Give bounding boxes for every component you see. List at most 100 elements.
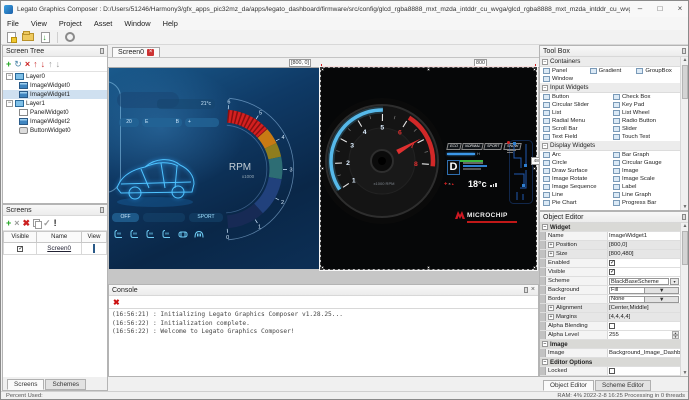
table-row[interactable]: Screen0 <box>4 243 107 255</box>
toolbox-item-radio-button[interactable]: Radio Button <box>610 117 680 125</box>
toolbox-item-panel[interactable]: Panel <box>540 67 587 75</box>
property-dropdown[interactable]: Fill▼ <box>609 287 679 294</box>
property-value[interactable]: [4,4,4,4] <box>609 314 630 320</box>
chevron-down-icon[interactable]: ▼ <box>644 297 679 302</box>
collapse-icon[interactable]: − <box>542 359 548 365</box>
pin-icon[interactable] <box>682 48 686 54</box>
image-widget0-dashboard[interactable]: 21°c 20 E B + 6543210RPMx1000 OFF <box>109 68 319 269</box>
tab-object-editor[interactable]: Object Editor <box>543 380 594 391</box>
pin-icon[interactable] <box>524 287 528 293</box>
toolbox-item-image-scale[interactable]: Image Scale <box>610 175 680 183</box>
toolbox-item-draw-surface[interactable]: Draw Surface <box>540 167 610 175</box>
collapse-icon[interactable]: − <box>542 85 548 91</box>
toolbox-item-circular-gauge[interactable]: Circular Gauge <box>610 159 680 167</box>
property-checkbox[interactable] <box>609 323 615 329</box>
property-value[interactable]: 255 <box>609 332 619 338</box>
add-icon[interactable]: + <box>6 60 11 69</box>
collapse-icon[interactable]: − <box>542 224 548 230</box>
scrollbar-thumb[interactable] <box>682 65 688 99</box>
group-label[interactable]: −Image <box>540 340 568 348</box>
new-project-icon[interactable] <box>4 31 18 44</box>
add-icon[interactable]: + <box>6 219 11 228</box>
close-icon[interactable]: × <box>670 1 689 17</box>
scroll-up-icon[interactable]: ▲ <box>681 223 689 229</box>
collapse-icon[interactable]: − <box>542 341 548 347</box>
toolbox-item-circular-slider[interactable]: Circular Slider <box>540 101 610 109</box>
refresh-icon[interactable]: ↻ <box>14 60 22 69</box>
toolbox-item-circle[interactable]: Circle <box>540 159 610 167</box>
pin-icon[interactable] <box>100 207 104 213</box>
copy-icon[interactable] <box>33 219 40 227</box>
toolbox-item-image[interactable]: Image <box>610 167 680 175</box>
toolbox-item-key-pad[interactable]: Key Pad <box>610 101 680 109</box>
toolbox-item-label[interactable]: Label <box>610 183 680 191</box>
screen-thumbnail-icon[interactable] <box>93 244 95 253</box>
delete-icon[interactable]: ✖ <box>23 219 31 228</box>
pin-icon[interactable] <box>100 48 104 54</box>
property-value[interactable]: ImageWidget1 <box>609 233 647 239</box>
property-value[interactable]: BlackBaseScheme <box>609 278 669 285</box>
property-value[interactable]: [800,480] <box>609 251 634 257</box>
pin-icon[interactable] <box>682 214 686 220</box>
toolbox-item-arc[interactable]: Arc <box>540 151 610 159</box>
toolbox-item-progress-bar[interactable]: Progress Bar <box>610 199 680 207</box>
minimize-icon[interactable]: – <box>630 1 650 17</box>
toolbox-item-gradient[interactable]: Gradient <box>587 67 634 75</box>
object-editor-scrollbar[interactable]: ▲ ▼ <box>680 223 689 376</box>
toolbox-item-text-field[interactable]: Text Field <box>540 133 610 141</box>
collapse-icon[interactable]: − <box>6 73 13 80</box>
scroll-down-icon[interactable]: ▼ <box>681 370 689 376</box>
toolbox-item-bar-graph[interactable]: Bar Graph <box>610 151 680 159</box>
property-value[interactable]: [800,0] <box>609 242 627 248</box>
tab-schemes[interactable]: Schemes <box>45 379 86 390</box>
expand-icon[interactable]: + <box>548 251 554 257</box>
expand-icon[interactable]: + <box>548 242 554 248</box>
image-widget1-dashboard[interactable]: 12345678x1000 RPM ECONORMALSPORTSNOW H D… <box>321 68 536 269</box>
section-containers[interactable]: −Containers <box>540 57 680 67</box>
tab-scheme-editor[interactable]: Scheme Editor <box>595 380 651 391</box>
property-checkbox[interactable] <box>609 260 615 266</box>
section-input-widgets[interactable]: −Input Widgets <box>540 83 680 93</box>
toolbox-item-check-box[interactable]: Check Box <box>610 93 680 101</box>
toolbox-item-window[interactable]: Window <box>540 75 587 83</box>
group-label[interactable]: −Editor Options <box>540 358 592 366</box>
toolbox-item-list[interactable]: List <box>540 109 610 117</box>
visible-checkbox[interactable] <box>17 246 23 252</box>
toolbox-item-line[interactable]: Line <box>540 191 610 199</box>
collapse-icon[interactable]: − <box>6 100 13 107</box>
spin-down-icon[interactable]: ▼ <box>672 335 679 339</box>
property-dropdown[interactable]: None▼ <box>609 296 679 303</box>
alert-icon[interactable]: ! <box>54 219 57 228</box>
remove-icon[interactable]: × <box>14 219 19 228</box>
menu-view[interactable]: View <box>25 17 53 30</box>
menu-window[interactable]: Window <box>118 17 156 30</box>
toolbox-item-button[interactable]: Button <box>540 93 610 101</box>
property-value[interactable]: Background_Image_Dashboard <box>609 350 680 356</box>
clear-console-icon[interactable]: ✖ <box>113 298 120 307</box>
delete-icon[interactable]: × <box>25 60 30 69</box>
move-up-icon[interactable]: ↑ <box>48 60 53 69</box>
tab-screen0[interactable]: Screen0 × <box>112 47 160 57</box>
menu-project[interactable]: Project <box>53 17 88 30</box>
toolbox-item-line-graph[interactable]: Line Graph <box>610 191 680 199</box>
move-top-icon[interactable]: ↑ <box>33 60 38 69</box>
toolbox-item-list-wheel[interactable]: List Wheel <box>610 109 680 117</box>
property-checkbox[interactable] <box>609 368 615 374</box>
expand-icon[interactable]: + <box>548 314 554 320</box>
expand-icon[interactable]: + <box>548 305 554 311</box>
menu-asset[interactable]: Asset <box>88 17 118 30</box>
import-icon[interactable] <box>38 31 52 44</box>
tree-node-layer0[interactable]: −Layer0 <box>3 72 107 81</box>
menu-file[interactable]: File <box>1 17 25 30</box>
screen-name-link[interactable]: Screen0 <box>47 245 71 252</box>
toolbox-item-pie-chart[interactable]: Pie Chart <box>540 199 610 207</box>
tree-node-layer1[interactable]: −Layer1 <box>3 99 107 108</box>
property-value[interactable]: [Center,Middle] <box>609 305 649 311</box>
tree-node-imagewidget1[interactable]: ImageWidget1 <box>3 90 107 99</box>
design-canvas[interactable]: [800, 0] 800 21°c 20 E B + <box>108 58 539 284</box>
toolbox-item-slider[interactable]: Slider <box>610 125 680 133</box>
toolbox-item-scroll-bar[interactable]: Scroll Bar <box>540 125 610 133</box>
property-spinner[interactable]: ▲▼ <box>672 331 679 339</box>
close-icon[interactable]: × <box>531 287 535 293</box>
chevron-down-icon[interactable]: ▼ <box>644 288 679 293</box>
